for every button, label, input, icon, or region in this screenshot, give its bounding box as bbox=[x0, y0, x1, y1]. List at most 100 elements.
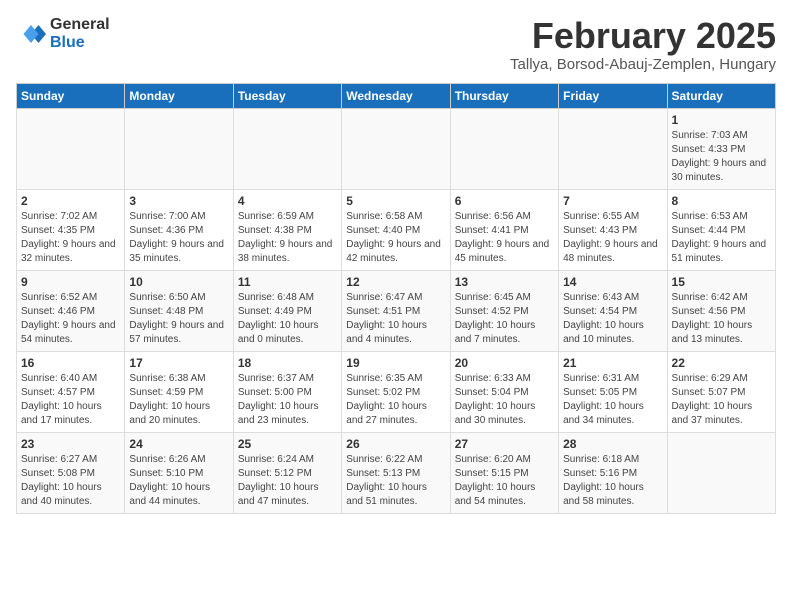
logo-icon bbox=[16, 19, 46, 49]
header-wednesday: Wednesday bbox=[342, 83, 450, 108]
calendar-cell: 27 Sunrise: 6:20 AM Sunset: 5:15 PM Dayli… bbox=[450, 432, 558, 513]
day-number: 24 bbox=[129, 437, 228, 451]
header-saturday: Saturday bbox=[667, 83, 775, 108]
calendar-cell: 12Sunrise: 6:47 AM Sunset: 4:51 PM Dayli… bbox=[342, 270, 450, 351]
day-info: Sunrise: 6:45 AM Sunset: 4:52 PM Dayligh… bbox=[455, 291, 554, 347]
day-info: Sunrise: 6:56 AM Sunset: 4:41 PM Dayligh… bbox=[455, 210, 554, 266]
day-number: 28 bbox=[563, 437, 662, 451]
day-number: 27 bbox=[455, 437, 554, 451]
day-number: 13 bbox=[455, 275, 554, 289]
day-number: 6 bbox=[455, 194, 554, 208]
day-number: 4 bbox=[238, 194, 337, 208]
day-number: 7 bbox=[563, 194, 662, 208]
day-info: Sunrise: 6:48 AM Sunset: 4:49 PM Dayligh… bbox=[238, 291, 337, 347]
day-info: Sunrise: 6:26 AM Sunset: 5:10 PM Dayligh… bbox=[129, 453, 228, 509]
day-info: Sunrise: 6:50 AM Sunset: 4:48 PM Dayligh… bbox=[129, 291, 228, 347]
calendar-table: SundayMondayTuesdayWednesdayThursdayFrid… bbox=[16, 83, 776, 514]
calendar-cell: 11 Sunrise: 6:48 AM Sunset: 4:49 PM Dayli… bbox=[233, 270, 341, 351]
day-info: Sunrise: 6:40 AM Sunset: 4:57 PM Dayligh… bbox=[21, 372, 120, 428]
day-number: 18 bbox=[238, 356, 337, 370]
day-info: Sunrise: 6:38 AM Sunset: 4:59 PM Dayligh… bbox=[129, 372, 228, 428]
header-monday: Monday bbox=[125, 83, 233, 108]
calendar-cell: 21 Sunrise: 6:31 AM Sunset: 5:05 PM Dayli… bbox=[559, 351, 667, 432]
calendar-cell: 10 Sunrise: 6:50 AM Sunset: 4:48 PM Dayli… bbox=[125, 270, 233, 351]
day-number: 19 bbox=[346, 356, 445, 370]
day-number: 17 bbox=[129, 356, 228, 370]
calendar-cell: 1 Sunrise: 7:03 AM Sunset: 4:33 PM Daylig… bbox=[667, 108, 775, 189]
calendar-cell bbox=[667, 432, 775, 513]
calendar-cell: 4 Sunrise: 6:59 AM Sunset: 4:38 PM Daylig… bbox=[233, 189, 341, 270]
calendar-cell: 18 Sunrise: 6:37 AM Sunset: 5:00 PM Dayli… bbox=[233, 351, 341, 432]
calendar-cell: 8 Sunrise: 6:53 AM Sunset: 4:44 PM Daylig… bbox=[667, 189, 775, 270]
logo-text: General Blue bbox=[50, 16, 110, 51]
calendar-week-1: 2Sunrise: 7:02 AM Sunset: 4:35 PM Daylig… bbox=[17, 189, 776, 270]
header-friday: Friday bbox=[559, 83, 667, 108]
calendar-cell: 14Sunrise: 6:43 AM Sunset: 4:54 PM Dayli… bbox=[559, 270, 667, 351]
calendar-week-0: 1 Sunrise: 7:03 AM Sunset: 4:33 PM Daylig… bbox=[17, 108, 776, 189]
header-thursday: Thursday bbox=[450, 83, 558, 108]
calendar-cell: 13 Sunrise: 6:45 AM Sunset: 4:52 PM Dayli… bbox=[450, 270, 558, 351]
calendar-cell bbox=[17, 108, 125, 189]
calendar-cell: 9 Sunrise: 6:52 AM Sunset: 4:46 PM Daylig… bbox=[17, 270, 125, 351]
day-info: Sunrise: 7:03 AM Sunset: 4:33 PM Dayligh… bbox=[672, 129, 771, 185]
day-number: 15 bbox=[672, 275, 771, 289]
day-info: Sunrise: 7:00 AM Sunset: 4:36 PM Dayligh… bbox=[129, 210, 228, 266]
day-info: Sunrise: 6:52 AM Sunset: 4:46 PM Dayligh… bbox=[21, 291, 120, 347]
calendar-cell bbox=[233, 108, 341, 189]
logo: General Blue bbox=[16, 16, 110, 51]
day-number: 8 bbox=[672, 194, 771, 208]
day-number: 21 bbox=[563, 356, 662, 370]
calendar-cell: 20 Sunrise: 6:33 AM Sunset: 5:04 PM Dayli… bbox=[450, 351, 558, 432]
calendar-cell: 26 Sunrise: 6:22 AM Sunset: 5:13 PM Dayli… bbox=[342, 432, 450, 513]
calendar-cell: 19Sunrise: 6:35 AM Sunset: 5:02 PM Dayli… bbox=[342, 351, 450, 432]
logo-general-text: General bbox=[50, 16, 110, 34]
day-number: 3 bbox=[129, 194, 228, 208]
day-info: Sunrise: 6:29 AM Sunset: 5:07 PM Dayligh… bbox=[672, 372, 771, 428]
day-info: Sunrise: 7:02 AM Sunset: 4:35 PM Dayligh… bbox=[21, 210, 120, 266]
calendar-cell bbox=[559, 108, 667, 189]
day-info: Sunrise: 6:37 AM Sunset: 5:00 PM Dayligh… bbox=[238, 372, 337, 428]
day-number: 5 bbox=[346, 194, 445, 208]
day-info: Sunrise: 6:22 AM Sunset: 5:13 PM Dayligh… bbox=[346, 453, 445, 509]
calendar-week-4: 23 Sunrise: 6:27 AM Sunset: 5:08 PM Dayli… bbox=[17, 432, 776, 513]
calendar-header-row: SundayMondayTuesdayWednesdayThursdayFrid… bbox=[17, 83, 776, 108]
day-number: 10 bbox=[129, 275, 228, 289]
header-sunday: Sunday bbox=[17, 83, 125, 108]
day-info: Sunrise: 6:42 AM Sunset: 4:56 PM Dayligh… bbox=[672, 291, 771, 347]
day-number: 11 bbox=[238, 275, 337, 289]
day-number: 20 bbox=[455, 356, 554, 370]
calendar-cell: 17 Sunrise: 6:38 AM Sunset: 4:59 PM Dayli… bbox=[125, 351, 233, 432]
day-info: Sunrise: 6:55 AM Sunset: 4:43 PM Dayligh… bbox=[563, 210, 662, 266]
day-number: 26 bbox=[346, 437, 445, 451]
day-info: Sunrise: 6:58 AM Sunset: 4:40 PM Dayligh… bbox=[346, 210, 445, 266]
calendar-cell: 3 Sunrise: 7:00 AM Sunset: 4:36 PM Daylig… bbox=[125, 189, 233, 270]
month-title: February 2025 bbox=[510, 16, 776, 56]
day-info: Sunrise: 6:53 AM Sunset: 4:44 PM Dayligh… bbox=[672, 210, 771, 266]
day-info: Sunrise: 6:24 AM Sunset: 5:12 PM Dayligh… bbox=[238, 453, 337, 509]
calendar-week-2: 9 Sunrise: 6:52 AM Sunset: 4:46 PM Daylig… bbox=[17, 270, 776, 351]
calendar-cell: 22Sunrise: 6:29 AM Sunset: 5:07 PM Dayli… bbox=[667, 351, 775, 432]
logo-blue-text: Blue bbox=[50, 34, 110, 52]
day-number: 12 bbox=[346, 275, 445, 289]
calendar-cell: 25 Sunrise: 6:24 AM Sunset: 5:12 PM Dayli… bbox=[233, 432, 341, 513]
header-tuesday: Tuesday bbox=[233, 83, 341, 108]
day-number: 23 bbox=[21, 437, 120, 451]
calendar-cell: 15 Sunrise: 6:42 AM Sunset: 4:56 PM Dayli… bbox=[667, 270, 775, 351]
calendar-cell: 24 Sunrise: 6:26 AM Sunset: 5:10 PM Dayli… bbox=[125, 432, 233, 513]
title-block: February 2025 Tallya, Borsod-Abauj-Zempl… bbox=[510, 16, 776, 73]
day-info: Sunrise: 6:43 AM Sunset: 4:54 PM Dayligh… bbox=[563, 291, 662, 347]
day-number: 9 bbox=[21, 275, 120, 289]
day-info: Sunrise: 6:31 AM Sunset: 5:05 PM Dayligh… bbox=[563, 372, 662, 428]
day-info: Sunrise: 6:33 AM Sunset: 5:04 PM Dayligh… bbox=[455, 372, 554, 428]
calendar-cell bbox=[125, 108, 233, 189]
day-info: Sunrise: 6:59 AM Sunset: 4:38 PM Dayligh… bbox=[238, 210, 337, 266]
calendar-cell: 23 Sunrise: 6:27 AM Sunset: 5:08 PM Dayli… bbox=[17, 432, 125, 513]
day-info: Sunrise: 6:20 AM Sunset: 5:15 PM Dayligh… bbox=[455, 453, 554, 509]
day-number: 1 bbox=[672, 113, 771, 127]
calendar-cell: 6 Sunrise: 6:56 AM Sunset: 4:41 PM Daylig… bbox=[450, 189, 558, 270]
calendar-cell bbox=[342, 108, 450, 189]
day-number: 25 bbox=[238, 437, 337, 451]
day-info: Sunrise: 6:27 AM Sunset: 5:08 PM Dayligh… bbox=[21, 453, 120, 509]
day-info: Sunrise: 6:18 AM Sunset: 5:16 PM Dayligh… bbox=[563, 453, 662, 509]
location-title: Tallya, Borsod-Abauj-Zemplen, Hungary bbox=[510, 56, 776, 73]
